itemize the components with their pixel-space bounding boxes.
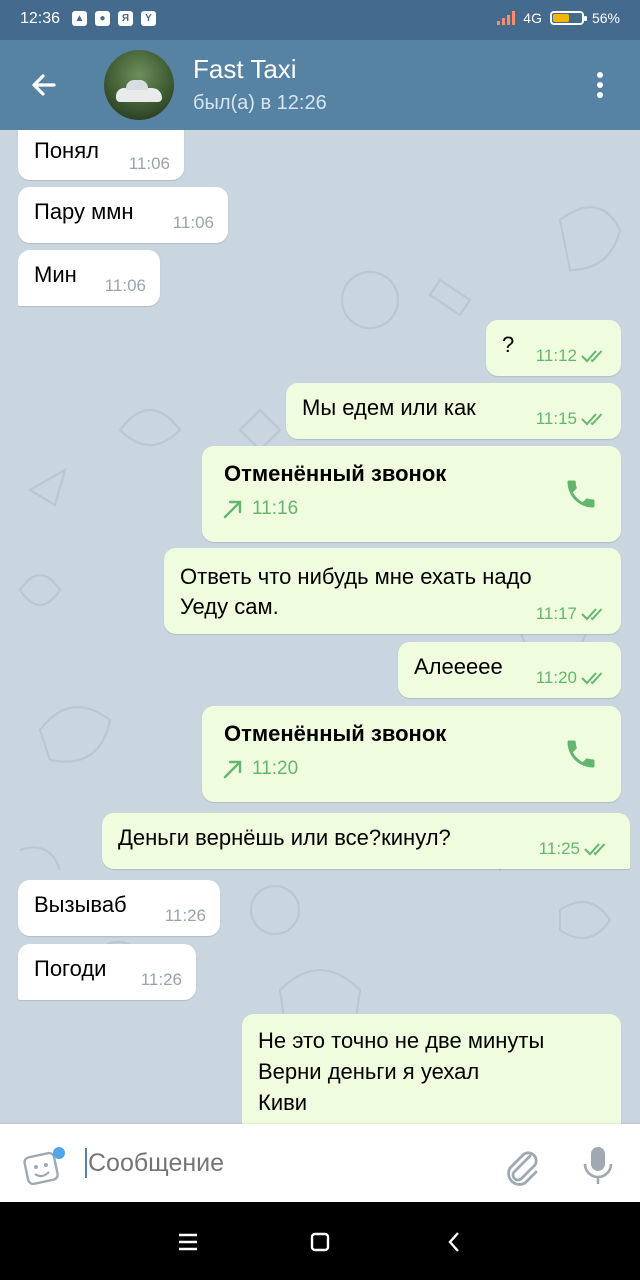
- message-bubble[interactable]: Деньги вернёшь или все?кинул? 11:25: [102, 813, 630, 869]
- network-type: 4G: [523, 10, 542, 26]
- message-meta: 11:15: [536, 409, 607, 429]
- message-time: 11:26: [164, 906, 206, 925]
- message-time: 11:06: [172, 213, 214, 232]
- yandex-browser-icon: Y: [141, 11, 156, 26]
- read-checkmarks-icon: [581, 672, 603, 685]
- read-checkmarks-icon: [581, 413, 603, 426]
- message-text: Алеееее: [414, 654, 503, 679]
- taxi-app-icon: ▲: [72, 11, 87, 26]
- recent-apps-menu-icon[interactable]: [173, 1227, 203, 1257]
- call-message[interactable]: Отменённый звонок 11:16: [202, 446, 621, 542]
- last-seen-status: был(а) в 12:26: [193, 92, 327, 114]
- status-right: 4G 56%: [497, 10, 620, 26]
- attach-paperclip-icon[interactable]: [500, 1144, 542, 1186]
- chat-header: Fast Taxi был(а) в 12:26: [0, 40, 640, 130]
- back-chevron-icon[interactable]: [440, 1227, 470, 1257]
- text-cursor: [85, 1148, 87, 1178]
- message-text: ?: [502, 332, 515, 357]
- message-bubble[interactable]: Вызываб 11:26: [18, 880, 220, 936]
- message-text: Не это точно не две минуты: [258, 1028, 545, 1053]
- message-time: 11:20: [535, 668, 577, 687]
- message-composer: [0, 1124, 640, 1202]
- message-bubble[interactable]: Мин 11:06: [18, 250, 160, 306]
- notification-icons: ▲ ● Я Y: [72, 11, 156, 26]
- message-bubble[interactable]: Мы едем или как 11:15: [286, 383, 621, 439]
- message-bubble[interactable]: Не это точно не две минуты Верни деньги …: [242, 1014, 621, 1124]
- yandex-icon: Я: [118, 11, 133, 26]
- phone-icon[interactable]: [563, 476, 599, 512]
- message-text: Понял: [34, 138, 99, 163]
- message-bubble[interactable]: Алеееее 11:20: [398, 642, 621, 698]
- message-text: Ответь что нибудь мне ехать надо: [180, 564, 532, 589]
- message-bubble[interactable]: Пару ммн 11:06: [18, 187, 228, 243]
- message-text: Мы едем или как: [302, 395, 476, 420]
- signal-icon: [497, 11, 516, 25]
- message-input[interactable]: [88, 1148, 478, 1178]
- read-checkmarks-icon: [581, 608, 603, 621]
- call-title: Отменённый звонок: [224, 721, 447, 746]
- outgoing-call-arrow-icon: [223, 500, 242, 519]
- message-time: 11:25: [538, 839, 580, 858]
- message-meta: 11:25: [539, 839, 610, 859]
- message-bubble[interactable]: Понял 11:06: [18, 130, 184, 180]
- message-text: Киви: [258, 1090, 308, 1115]
- home-square-icon[interactable]: [305, 1227, 335, 1257]
- message-time: 11:12: [535, 346, 577, 365]
- message-time: 11:17: [535, 604, 577, 623]
- message-meta: 11:17: [536, 604, 607, 624]
- phone-icon[interactable]: [563, 736, 599, 772]
- call-time: 11:16: [252, 498, 299, 519]
- message-time: 11:15: [535, 409, 577, 428]
- message-text: Верни деньги я уехал: [258, 1059, 480, 1084]
- battery-percent: 56%: [591, 10, 620, 26]
- outgoing-call-arrow-icon: [223, 760, 242, 779]
- message-text: Деньги вернёшь или все?кинул?: [118, 825, 451, 850]
- message-bubble[interactable]: Погоди 11:26: [18, 944, 196, 1000]
- message-time: 11:26: [140, 970, 182, 989]
- message-time: 11:06: [104, 276, 146, 295]
- read-checkmarks-icon: [581, 350, 603, 363]
- whatsapp-icon: ●: [95, 11, 110, 26]
- system-nav-bar: [0, 1202, 640, 1280]
- message-time: 11:06: [128, 154, 170, 173]
- call-title: Отменённый звонок: [224, 461, 447, 486]
- call-meta: 11:20: [222, 758, 298, 780]
- message-text: Мин: [34, 262, 77, 287]
- sticker-emoji-icon[interactable]: [22, 1146, 68, 1186]
- message-text: Вызываб: [34, 892, 127, 917]
- call-meta: 11:16: [222, 498, 298, 520]
- message-meta: 11:12: [536, 346, 607, 366]
- avatar[interactable]: [104, 50, 174, 120]
- status-bar: 12:36 ▲ ● Я Y 4G 56%: [0, 0, 640, 40]
- message-text: Погоди: [34, 956, 107, 981]
- message-list[interactable]: Понял 11:06 Пару ммн 11:06 Мин 11:06 ? 1…: [0, 130, 640, 1124]
- message-text: Уеду сам.: [180, 594, 279, 619]
- status-time: 12:36: [20, 10, 61, 27]
- message-text: Пару ммн: [34, 199, 134, 224]
- more-menu-icon[interactable]: [585, 70, 615, 100]
- microphone-icon[interactable]: [580, 1144, 616, 1186]
- message-bubble[interactable]: Ответь что нибудь мне ехать надо Уеду са…: [164, 548, 621, 634]
- back-arrow-icon[interactable]: [24, 65, 64, 105]
- chat-title[interactable]: Fast Taxi: [193, 54, 297, 85]
- battery-icon: [549, 11, 587, 25]
- read-checkmarks-icon: [584, 843, 606, 856]
- call-message[interactable]: Отменённый звонок 11:20: [202, 706, 621, 802]
- message-bubble[interactable]: ? 11:12: [486, 320, 621, 376]
- call-time: 11:20: [252, 758, 299, 779]
- message-meta: 11:20: [536, 668, 607, 688]
